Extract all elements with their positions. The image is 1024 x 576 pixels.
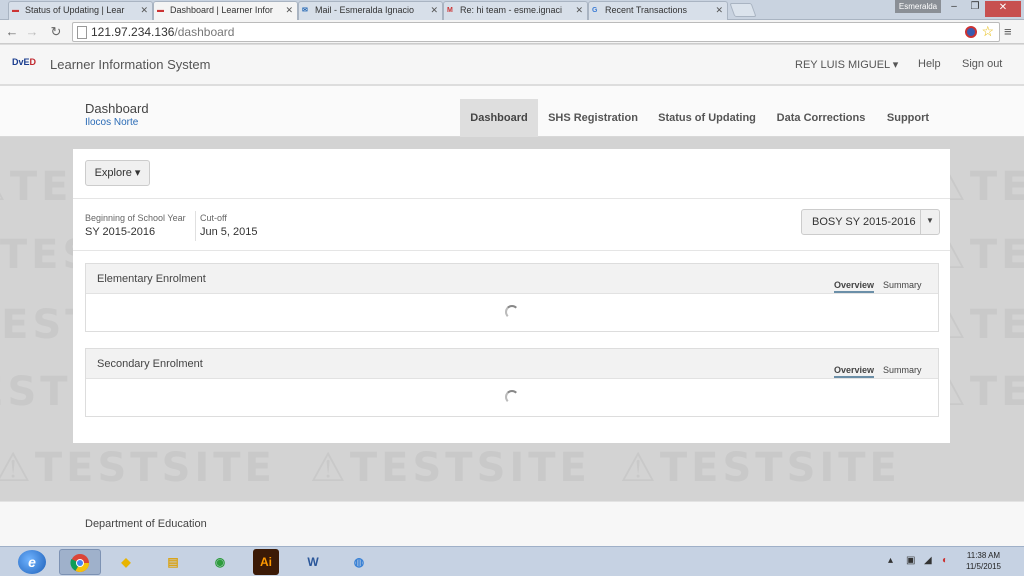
signout-link[interactable]: Sign out: [962, 58, 1002, 70]
divider: [73, 198, 950, 199]
browser-tab-status-of-updating[interactable]: ▬ Status of Updating | Lear ✕: [8, 1, 153, 20]
system-clock[interactable]: 11:38 AM 11/5/2015: [966, 550, 1001, 572]
region-label: Ilocos Norte: [85, 117, 139, 128]
tab-overview[interactable]: Overview: [834, 365, 875, 378]
back-icon[interactable]: ←: [4, 24, 20, 40]
page-subheader: Dashboard Ilocos Norte Dashboard SHS Reg…: [0, 86, 1024, 137]
paint-icon[interactable]: ◆: [105, 549, 147, 575]
watermark-text: ⚠TESTSITE: [620, 445, 901, 491]
card-title: Elementary Enrolment: [97, 273, 206, 285]
watermark-text: ⚠TESTSITE: [310, 445, 591, 491]
browser-toolbar: ← → ↻ 121.97.234.136/dashboard ☆ ≡: [0, 20, 1024, 44]
close-icon[interactable]: ✕: [575, 5, 583, 16]
dashboard-panel: Explore ▾ Beginning of School Year SY 20…: [73, 149, 950, 443]
elementary-enrolment-card: Elementary Enrolment Overview Summary: [85, 263, 939, 332]
cutoff-value: Jun 5, 2015: [200, 226, 258, 238]
google-favicon-icon: G: [592, 7, 598, 14]
loading-spinner-icon: [505, 305, 519, 319]
chrome-icon[interactable]: [59, 549, 101, 575]
clock-time: 11:38 AM: [966, 551, 1001, 560]
url-host: 121.97.234.136: [91, 25, 175, 39]
network-icon[interactable]: ◢: [924, 555, 932, 566]
app-icon[interactable]: ◉: [199, 549, 241, 575]
window-close-icon[interactable]: ✕: [985, 1, 1021, 17]
card-title: Secondary Enrolment: [97, 358, 203, 370]
browser-tab-mail[interactable]: ✉ Mail - Esmeralda Ignacio ✕: [298, 1, 443, 20]
bookmark-star-icon[interactable]: ☆: [981, 23, 994, 40]
profile-badge[interactable]: Esmeralda: [895, 0, 941, 13]
illustrator-icon[interactable]: Ai: [253, 549, 279, 575]
tab-status-of-updating[interactable]: Status of Updating: [651, 99, 763, 137]
reload-icon[interactable]: ↻: [48, 24, 64, 40]
logo-text-accent: D: [29, 57, 37, 67]
deped-favicon-icon: ▬: [12, 7, 19, 14]
card-header: Secondary Enrolment Overview Summary: [86, 349, 938, 379]
tray-arrow-icon[interactable]: ▴: [888, 555, 893, 566]
page-footer: Department of Education: [0, 501, 1024, 546]
bosy-select-value: BOSY SY 2015-2016: [812, 216, 916, 228]
deped-favicon-icon: ▬: [157, 7, 164, 14]
url-path: /dashboard: [174, 25, 235, 39]
address-bar[interactable]: 121.97.234.136/dashboard ☆: [72, 22, 1000, 42]
cutoff-label: Cut-off: [200, 213, 227, 223]
app-title[interactable]: Learner Information System: [50, 57, 210, 72]
user-menu[interactable]: REY LUIS MIGUEL ▾: [795, 58, 898, 71]
minimize-icon[interactable]: –: [945, 1, 963, 12]
tab-summary[interactable]: Summary: [883, 280, 922, 290]
tab-dashboard[interactable]: Dashboard: [460, 99, 538, 137]
windows-taskbar: e ◆ ▤ ◉ Ai W ◍ ▴ ▣ ◢ ◐ 11:38 AM 11/5/201…: [0, 546, 1024, 576]
word-icon[interactable]: W: [292, 549, 334, 575]
close-icon[interactable]: ✕: [140, 5, 148, 16]
tab-title: Re: hi team - esme.ignaci: [460, 5, 563, 15]
browser-tab-dashboard[interactable]: ▬ Dashboard | Learner Infor ✕: [153, 1, 298, 21]
logo-text: DvE: [12, 57, 30, 67]
ie-icon[interactable]: e: [18, 550, 46, 574]
school-year-label: Beginning of School Year: [85, 213, 186, 223]
tab-title: Status of Updating | Lear: [25, 5, 125, 15]
settings-icon[interactable]: ◍: [338, 549, 380, 575]
browser-tab-gmail[interactable]: M Re: hi team - esme.ignaci ✕: [443, 1, 588, 20]
card-header: Elementary Enrolment Overview Summary: [86, 264, 938, 294]
mail-favicon-icon: ✉: [302, 7, 308, 14]
explorer-icon[interactable]: ▤: [152, 549, 194, 575]
school-year-value: SY 2015-2016: [85, 226, 156, 238]
forward-icon[interactable]: →: [24, 24, 40, 40]
loading-spinner-icon: [505, 390, 519, 404]
extension-icon[interactable]: [965, 26, 977, 38]
tab-summary[interactable]: Summary: [883, 365, 922, 375]
page-title: Dashboard: [85, 101, 149, 116]
secondary-enrolment-card: Secondary Enrolment Overview Summary: [85, 348, 939, 417]
browser-menu-icon[interactable]: ≡: [1004, 24, 1012, 39]
volume-icon[interactable]: ◐: [942, 555, 948, 566]
deped-logo[interactable]: DvED: [12, 57, 36, 67]
tab-title: Recent Transactions: [605, 5, 688, 15]
tab-support[interactable]: Support: [880, 99, 936, 137]
divider: [73, 250, 950, 251]
bosy-select[interactable]: BOSY SY 2015-2016 ▼: [801, 209, 940, 235]
tab-shs-registration[interactable]: SHS Registration: [542, 99, 644, 137]
url-text[interactable]: 121.97.234.136/dashboard: [91, 25, 234, 39]
help-link[interactable]: Help: [918, 58, 941, 70]
new-tab-button[interactable]: [729, 3, 757, 17]
divider: [195, 211, 196, 241]
tab-title: Dashboard | Learner Infor: [170, 5, 273, 15]
tab-data-corrections[interactable]: Data Corrections: [769, 99, 873, 137]
tray-device-icon[interactable]: ▣: [906, 555, 915, 566]
tab-overview[interactable]: Overview: [834, 280, 875, 293]
gmail-favicon-icon: M: [447, 7, 453, 14]
browser-tab-recent-transactions[interactable]: G Recent Transactions ✕: [588, 1, 728, 20]
footer-text: Department of Education: [85, 518, 207, 530]
tab-title: Mail - Esmeralda Ignacio: [315, 5, 415, 15]
close-icon[interactable]: ✕: [715, 5, 723, 16]
caret-down-icon[interactable]: ▼: [920, 210, 939, 234]
explore-button[interactable]: Explore ▾: [85, 160, 150, 186]
app-header: DvED Learner Information System REY LUIS…: [0, 45, 1024, 85]
close-icon[interactable]: ✕: [430, 5, 438, 16]
browser-tab-strip: ▬ Status of Updating | Lear ✕ ▬ Dashboar…: [0, 0, 1024, 21]
restore-icon[interactable]: ❐: [966, 1, 984, 12]
clock-date: 11/5/2015: [966, 562, 1001, 571]
page-icon: [77, 26, 87, 39]
close-icon[interactable]: ✕: [285, 5, 293, 16]
watermark-text: ⚠TESTSITE: [0, 445, 276, 491]
